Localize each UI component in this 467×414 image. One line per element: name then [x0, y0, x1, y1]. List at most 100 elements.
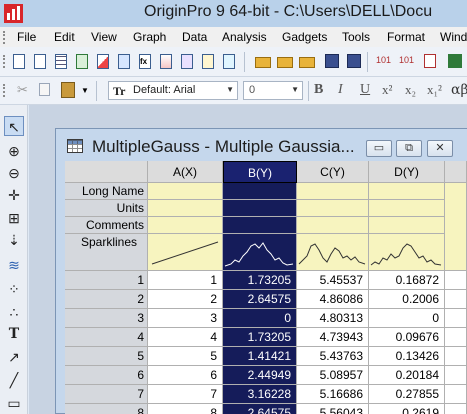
- meta-label-sparklines[interactable]: Sparklines: [65, 234, 148, 271]
- regional-data-selector-icon[interactable]: ⁘: [4, 279, 24, 299]
- new-project-icon[interactable]: [10, 52, 28, 71]
- data-reader-tool-icon[interactable]: ⊞: [4, 208, 24, 228]
- meta-cell-empty[interactable]: [445, 183, 467, 271]
- cell-empty[interactable]: [445, 404, 467, 414]
- cell-b[interactable]: 2.64575: [223, 404, 297, 414]
- sparkline-cell-b[interactable]: [223, 234, 297, 271]
- meta-cell[interactable]: [297, 200, 369, 217]
- pointer-tool-icon[interactable]: ↖: [4, 116, 24, 136]
- new-graph-icon[interactable]: [94, 52, 112, 71]
- mask-points-tool-icon[interactable]: ∴: [4, 302, 24, 322]
- cell-empty[interactable]: [445, 290, 467, 309]
- meta-cell[interactable]: [369, 183, 445, 200]
- greek-icon[interactable]: αβ: [449, 81, 467, 100]
- menu-edit[interactable]: Edit: [54, 30, 75, 44]
- origin-app-icon[interactable]: [4, 4, 23, 23]
- column-header-c[interactable]: C(Y): [297, 161, 369, 183]
- menu-data[interactable]: Data: [182, 30, 207, 44]
- meta-cell-selected[interactable]: [223, 183, 297, 200]
- arrow-tool-icon[interactable]: ↗: [4, 347, 24, 367]
- sparkline-cell-a[interactable]: [148, 234, 223, 271]
- import-single-ascii-icon[interactable]: 101: [376, 52, 394, 71]
- bold-button[interactable]: B: [314, 82, 323, 98]
- meta-cell[interactable]: [369, 217, 445, 234]
- close-button[interactable]: ✕: [427, 140, 453, 157]
- meta-label-long-name[interactable]: Long Name: [65, 183, 148, 200]
- menu-window[interactable]: Wind: [440, 30, 467, 44]
- font-selector[interactable]: Tr Default: Arial ▼: [108, 81, 238, 100]
- cell-empty[interactable]: [445, 271, 467, 290]
- cell-d[interactable]: 0: [369, 309, 445, 328]
- italic-button[interactable]: I: [338, 82, 343, 98]
- meta-label-comments[interactable]: Comments: [65, 217, 148, 234]
- meta-cell[interactable]: [148, 217, 223, 234]
- cell-b[interactable]: 1.41421: [223, 347, 297, 366]
- menu-analysis[interactable]: Analysis: [222, 30, 267, 44]
- underline-button[interactable]: U: [360, 82, 370, 98]
- new-code-icon[interactable]: [220, 52, 238, 71]
- toolbar-grip-icon[interactable]: [3, 55, 6, 68]
- cell-a[interactable]: 2: [148, 290, 223, 309]
- supersubscript-button[interactable]: x₁²: [427, 82, 442, 98]
- data-highlighter-tool-icon[interactable]: ≋: [4, 255, 24, 275]
- cut-icon[interactable]: ✂: [14, 81, 32, 100]
- worksheet-title-bar[interactable]: MultipleGauss - Multiple Gaussia... ▭ ⧉ …: [56, 129, 467, 163]
- meta-label-units[interactable]: Units: [65, 200, 148, 217]
- open-folder-icon[interactable]: [254, 52, 272, 71]
- open-excel-icon[interactable]: [298, 52, 316, 71]
- save-template-icon[interactable]: [345, 52, 363, 71]
- new-excel-icon[interactable]: [73, 52, 91, 71]
- column-header-empty[interactable]: [445, 161, 467, 183]
- meta-cell[interactable]: [297, 217, 369, 234]
- copy-icon[interactable]: [36, 81, 54, 100]
- cell-b[interactable]: 2.64575: [223, 290, 297, 309]
- new-matrix-icon[interactable]: [115, 52, 133, 71]
- cell-a[interactable]: 7: [148, 385, 223, 404]
- cell-empty[interactable]: [445, 385, 467, 404]
- zoom-in-tool-icon[interactable]: ⊕: [4, 141, 24, 161]
- menu-tools[interactable]: Tools: [342, 30, 370, 44]
- screen-reader-tool-icon[interactable]: ✛: [4, 185, 24, 205]
- subscript-button[interactable]: x₂: [405, 82, 416, 98]
- cell-a[interactable]: 1: [148, 271, 223, 290]
- menu-grip-icon[interactable]: [3, 31, 6, 44]
- column-header-d[interactable]: D(Y): [369, 161, 445, 183]
- corner-cell[interactable]: [65, 161, 148, 183]
- menu-file[interactable]: File: [17, 30, 36, 44]
- cell-d[interactable]: 0.27855: [369, 385, 445, 404]
- meta-cell[interactable]: [297, 183, 369, 200]
- cell-d[interactable]: 0.13426: [369, 347, 445, 366]
- format-toolbar-grip-icon[interactable]: [3, 84, 6, 97]
- row-header[interactable]: 4: [65, 328, 148, 347]
- cell-b[interactable]: 2.44949: [223, 366, 297, 385]
- sparkline-cell-d[interactable]: [369, 234, 445, 271]
- meta-cell[interactable]: [148, 200, 223, 217]
- cell-empty[interactable]: [445, 309, 467, 328]
- line-tool-icon[interactable]: ╱: [4, 370, 24, 390]
- cell-a[interactable]: 3: [148, 309, 223, 328]
- column-header-b[interactable]: B(Y): [223, 161, 297, 183]
- open-template-icon[interactable]: [276, 52, 294, 71]
- menu-format[interactable]: Format: [387, 30, 425, 44]
- meta-cell[interactable]: [148, 183, 223, 200]
- meta-cell-selected[interactable]: [223, 200, 297, 217]
- cell-c[interactable]: 4.86086: [297, 290, 369, 309]
- row-header[interactable]: 3: [65, 309, 148, 328]
- cell-a[interactable]: 6: [148, 366, 223, 385]
- row-header[interactable]: 8: [65, 404, 148, 414]
- new-3d-plot-icon[interactable]: [157, 52, 175, 71]
- cell-b[interactable]: 0: [223, 309, 297, 328]
- menu-view[interactable]: View: [91, 30, 117, 44]
- save-icon[interactable]: [323, 52, 341, 71]
- meta-cell[interactable]: [369, 200, 445, 217]
- rectangle-tool-icon[interactable]: ▭: [4, 393, 24, 413]
- row-header[interactable]: 5: [65, 347, 148, 366]
- cell-c[interactable]: 4.80313: [297, 309, 369, 328]
- new-function-icon[interactable]: fx: [136, 52, 154, 71]
- font-size-selector[interactable]: 0 ▼: [243, 81, 303, 100]
- restore-button[interactable]: ⧉: [396, 140, 422, 157]
- row-header[interactable]: 1: [65, 271, 148, 290]
- cell-d[interactable]: 0.09676: [369, 328, 445, 347]
- new-folder-icon[interactable]: [31, 52, 49, 71]
- cell-c[interactable]: 5.45537: [297, 271, 369, 290]
